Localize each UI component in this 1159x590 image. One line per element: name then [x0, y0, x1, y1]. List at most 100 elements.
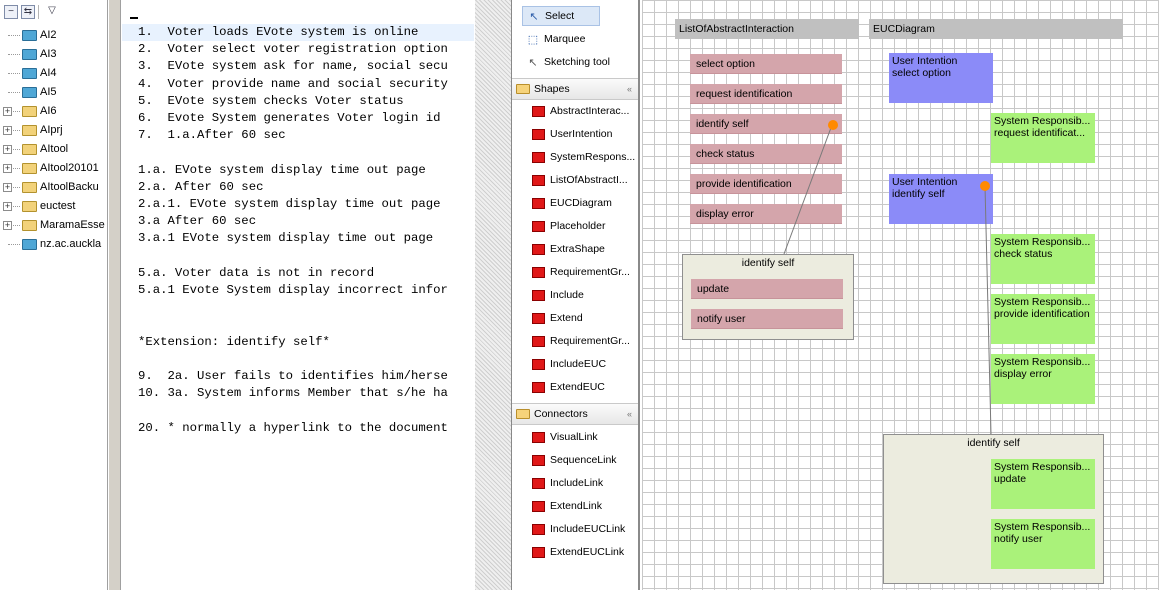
palette-item-extendeuclink[interactable]: ExtendEUCLink	[532, 542, 624, 562]
palette-item-requirementgr[interactable]: RequirementGr...	[532, 331, 630, 351]
expand-toggle-icon[interactable]: +	[3, 126, 12, 135]
shape-type-icon	[532, 105, 545, 117]
tree-item-label: euctest	[40, 200, 76, 212]
editor-line[interactable]: 1.a. EVote system display time out page	[138, 162, 426, 179]
palette-item-label: ListOfAbstractI...	[550, 174, 628, 186]
shape-type-icon	[532, 546, 545, 558]
sketching-tool-label: Sketching tool	[544, 56, 610, 68]
editor-line[interactable]: 4. Voter provide name and social securit…	[138, 76, 448, 93]
tree-item-label: AI3	[40, 48, 57, 60]
tree-item-ai6[interactable]: + AI6	[0, 102, 107, 121]
tree-item-maramaesse[interactable]: + MaramaEsse	[0, 216, 107, 235]
tree-item-label: AI5	[40, 86, 57, 98]
tree-item-euctest[interactable]: + euctest	[0, 197, 107, 216]
tree-item-aitool20101[interactable]: + AItool20101	[0, 159, 107, 178]
shape-type-icon	[532, 220, 545, 232]
palette-item-includelink[interactable]: IncludeLink	[532, 473, 603, 493]
diagram-canvas[interactable]: ListOfAbstractInteraction EUCDiagram sel…	[642, 0, 1159, 590]
palette-item-includeeuclink[interactable]: IncludeEUCLink	[532, 519, 625, 539]
collapse-all-button[interactable]: −	[4, 5, 18, 19]
tree-item-aitoolbacku[interactable]: + AItoolBacku	[0, 178, 107, 197]
expand-toggle-icon[interactable]: +	[3, 202, 12, 211]
link-with-editor-button[interactable]: ⇆	[21, 5, 35, 19]
editor-sash[interactable]	[475, 0, 512, 590]
project-folder-icon	[22, 182, 37, 193]
palette-item-extrashape[interactable]: ExtraShape	[532, 239, 605, 259]
editor-line[interactable]: 3.a.1 EVote system display time out page	[138, 230, 433, 247]
palette-item-label: RequirementGr...	[550, 335, 630, 347]
editor-line[interactable]: 10. 3a. System informs Member that s/he …	[138, 385, 448, 402]
palette-item-requirementgr[interactable]: RequirementGr...	[532, 262, 630, 282]
toolbar-separator	[38, 5, 39, 19]
panel-splitter[interactable]	[109, 0, 121, 590]
palette-item-listofabstracti[interactable]: ListOfAbstractI...	[532, 170, 628, 190]
palette-item-systemrespons[interactable]: SystemRespons...	[532, 147, 635, 167]
palette-item-sequencelink[interactable]: SequenceLink	[532, 450, 617, 470]
link-anchor-handle[interactable]	[980, 181, 990, 191]
marquee-tool-label: Marquee	[544, 33, 586, 45]
palette-item-extendlink[interactable]: ExtendLink	[532, 496, 602, 516]
editor-line[interactable]: 20. * normally a hyperlink to the docume…	[138, 420, 448, 437]
visual-link-line[interactable]	[984, 185, 992, 435]
palette-item-label: EUCDiagram	[550, 197, 612, 209]
tree-item-nz-ac-auckla[interactable]: nz.ac.auckla	[0, 235, 107, 254]
editor-line[interactable]: 5.a. Voter data is not in record	[138, 265, 374, 282]
project-folder-icon	[22, 144, 37, 155]
editor-caret	[130, 17, 138, 19]
explorer-toolbar: − ⇆ ▽	[0, 0, 107, 24]
editor-line[interactable]: 2.a. After 60 sec	[138, 179, 263, 196]
palette-item-extendeuc[interactable]: ExtendEUC	[532, 377, 605, 397]
text-editor[interactable]: 1. Voter loads EVote system is online 2. …	[122, 0, 492, 590]
palette-item-extend[interactable]: Extend	[532, 308, 583, 328]
editor-line[interactable]: 5. EVote system checks Voter status	[138, 93, 404, 110]
palette-item-include[interactable]: Include	[532, 285, 584, 305]
expand-toggle-icon[interactable]: +	[3, 164, 12, 173]
expand-toggle-icon[interactable]: +	[3, 183, 12, 192]
editor-line[interactable]: 3.a After 60 sec	[138, 213, 256, 230]
palette-item-visuallink[interactable]: VisualLink	[532, 427, 598, 447]
palette-item-label: VisualLink	[550, 431, 598, 443]
shape-type-icon	[532, 289, 545, 301]
editor-line[interactable]: 7. 1.a.After 60 sec	[138, 127, 286, 144]
editor-line[interactable]: 2.a.1. EVote system display time out pag…	[138, 196, 441, 213]
editor-line[interactable]: 2. Voter select voter registration optio…	[138, 41, 448, 58]
sketching-tool[interactable]: ↖ Sketching tool	[522, 52, 614, 72]
tree-item-ai2[interactable]: AI2	[0, 26, 107, 45]
palette-item-includeeuc[interactable]: IncludeEUC	[532, 354, 606, 374]
editor-line[interactable]: 3. EVote system ask for name, social sec…	[138, 58, 448, 75]
palette-item-label: ExtendEUCLink	[550, 546, 625, 558]
editor-line[interactable]: 1. Voter loads EVote system is online	[122, 24, 474, 41]
marquee-tool[interactable]: ⬚ Marquee	[522, 29, 589, 49]
visual-link-line[interactable]	[783, 124, 833, 255]
editor-line[interactable]: 9. 2a. User fails to identifies him/hers…	[138, 368, 448, 385]
connectors-drawer-header[interactable]: Connectors «	[512, 403, 638, 425]
palette-item-abstractinterac[interactable]: AbstractInterac...	[532, 101, 629, 121]
palette-item-userintention[interactable]: UserIntention	[532, 124, 612, 144]
link-anchor-handle[interactable]	[828, 120, 838, 130]
view-menu-button[interactable]: ▽	[42, 5, 62, 19]
select-tool[interactable]: ↖ Select	[522, 6, 600, 26]
shapes-drawer-header[interactable]: Shapes «	[512, 78, 638, 100]
shape-type-icon	[532, 431, 545, 443]
expand-toggle-icon[interactable]: +	[3, 107, 12, 116]
folder-icon	[516, 409, 530, 419]
select-tool-label: Select	[545, 10, 575, 22]
tree-item-ai4[interactable]: AI4	[0, 64, 107, 83]
editor-line[interactable]: 6. Evote System generates Voter login id	[138, 110, 441, 127]
collapse-chevron-icon[interactable]: «	[627, 409, 632, 419]
editor-line[interactable]: *Extension: identify self*	[138, 334, 330, 351]
editor-line[interactable]: 5.a.1 Evote System display incorrect inf…	[138, 282, 448, 299]
collapse-chevron-icon[interactable]: «	[627, 84, 632, 94]
palette-item-eucdiagram[interactable]: EUCDiagram	[532, 193, 612, 213]
connectors-drawer-label: Connectors	[534, 408, 588, 420]
tree-item-aitool[interactable]: + AItool	[0, 140, 107, 159]
tree-item-label: AI4	[40, 67, 57, 79]
tree-item-ai3[interactable]: AI3	[0, 45, 107, 64]
expand-toggle-icon[interactable]: +	[3, 145, 12, 154]
tree-item-ai5[interactable]: AI5	[0, 83, 107, 102]
palette-item-label: SystemRespons...	[550, 151, 636, 163]
expand-toggle-icon[interactable]: +	[3, 221, 12, 230]
tree-item-aiprj[interactable]: + AIprj	[0, 121, 107, 140]
palette-item-placeholder[interactable]: Placeholder	[532, 216, 605, 236]
tree-item-label: AIprj	[40, 124, 63, 136]
